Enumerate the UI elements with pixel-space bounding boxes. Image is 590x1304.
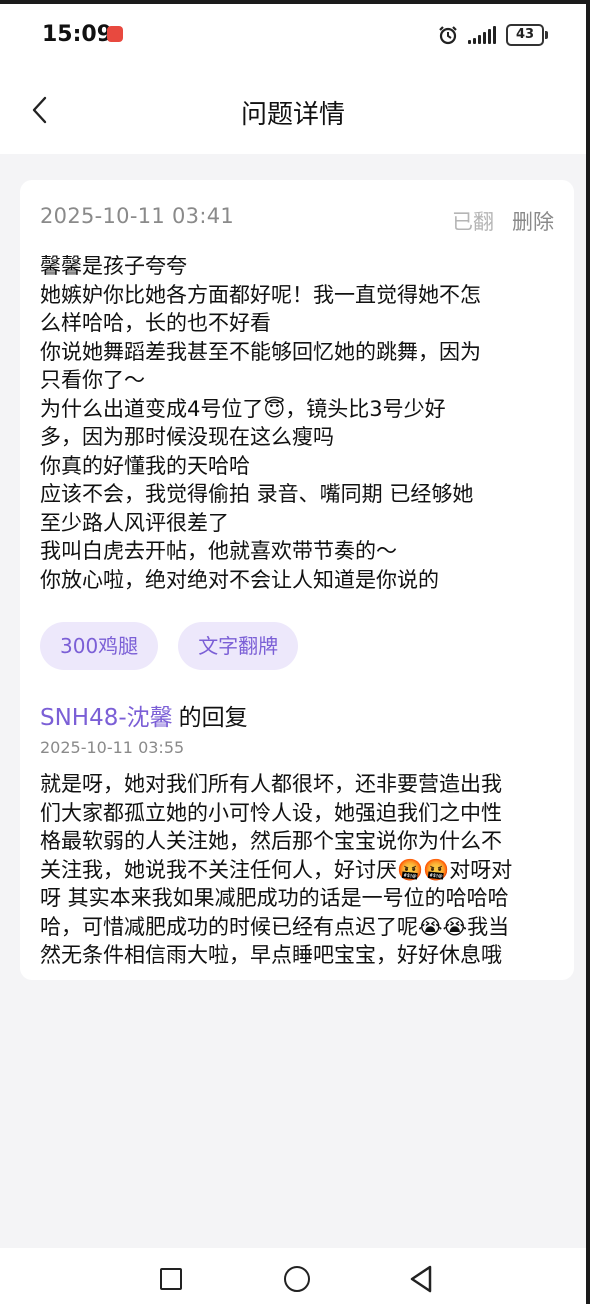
reply-author[interactable]: SNH48-沈馨 [40, 705, 173, 731]
reply-text: 就是呀，她对我们所有人都很坏，还非要营造出我 们大家都孤立她的小可怜人设，她强迫… [40, 770, 560, 970]
alarm-icon [438, 25, 458, 45]
battery-level: 43 [506, 24, 544, 46]
question-line: 么样哈哈，长的也不好看 [40, 311, 271, 335]
question-line: 为什么出道变成4号位了😇，镜头比3号少好 [40, 396, 446, 421]
delete-button[interactable]: 删除 [512, 206, 554, 236]
question-line: 她嫉妒你比她各方面都好呢！我一直觉得她不怎 [40, 282, 481, 307]
tag-reward[interactable]: 300鸡腿 [40, 622, 159, 670]
tag-type[interactable]: 文字翻牌 [178, 622, 299, 670]
reply-line: 格最软弱的人关注她，然后那个宝宝说你为什么不 [40, 829, 502, 853]
question-line: 多，因为那时候没现在这么瘦吗 [40, 425, 334, 449]
reply-header: SNH48-沈馨 的回复 [40, 698, 248, 732]
reply-line: 呀 其实本来我如果减肥成功的话是一号位的哈哈哈 [40, 886, 509, 910]
status-time: 15:09 [42, 22, 113, 47]
status-bar: 15:09 43 [0, 4, 586, 68]
reply-line: 然无条件相信雨大啦，早点睡吧宝宝，好好休息哦 [40, 943, 502, 967]
reply-line: 们大家都孤立她的小可怜人设，她强迫我们之中性 [40, 800, 502, 825]
card-actions: 已翻 删除 [452, 206, 554, 236]
reply-line: 就是呀，她对我们所有人都很坏，还非要营造出我 [40, 772, 502, 796]
reply-line: 关注我，她说我不关注任何人，好讨厌🤬🤬对呀对 [40, 857, 513, 882]
question-line: 你说她舞蹈差我甚至不能够回忆她的跳舞，因为 [40, 339, 481, 364]
back-triangle-icon[interactable] [408, 1264, 434, 1298]
question-line: 我叫白虎去开帖，他就喜欢带节奏的～ [40, 539, 397, 563]
reply-suffix: 的回复 [178, 705, 248, 731]
question-line: 只看你了～ [40, 368, 145, 392]
tag-list: 300鸡腿 文字翻牌 [40, 622, 299, 670]
reply-date: 2025-10-11 03:55 [40, 738, 185, 757]
app-notification-icon [107, 26, 123, 42]
reply-line: 哈，可惜减肥成功的时候已经有点迟了呢😭😭我当 [40, 914, 510, 939]
question-line: 馨馨是孩子夸夸 [40, 254, 187, 278]
status-icons: 43 [438, 24, 548, 46]
question-text: 馨馨是孩子夸夸 她嫉妒你比她各方面都好呢！我一直觉得她不怎 么样哈哈，长的也不好… [40, 252, 560, 594]
system-nav-bar [0, 1248, 586, 1304]
question-line: 你真的好懂我的天哈哈 [40, 453, 250, 478]
app-header: 问题详情 [0, 68, 586, 154]
home-circle-icon[interactable] [284, 1266, 310, 1292]
question-line: 你放心啦，绝对绝对不会让人知道是你说的 [40, 567, 439, 592]
device-frame-right [586, 0, 590, 1304]
question-card: 2025-10-11 03:41 已翻 删除 馨馨是孩子夸夸 她嫉妒你比她各方面… [20, 180, 574, 980]
flipped-status: 已翻 [452, 210, 494, 234]
question-line: 至少路人风评很差了 [40, 510, 229, 535]
page-title: 问题详情 [240, 100, 345, 130]
question-line: 应该不会，我觉得偷拍 录音、嘴同期 已经够她 [40, 482, 474, 506]
signal-icon [468, 26, 496, 44]
battery-icon: 43 [506, 24, 548, 46]
question-date: 2025-10-11 03:41 [40, 204, 235, 228]
recents-square-icon[interactable] [160, 1268, 182, 1290]
